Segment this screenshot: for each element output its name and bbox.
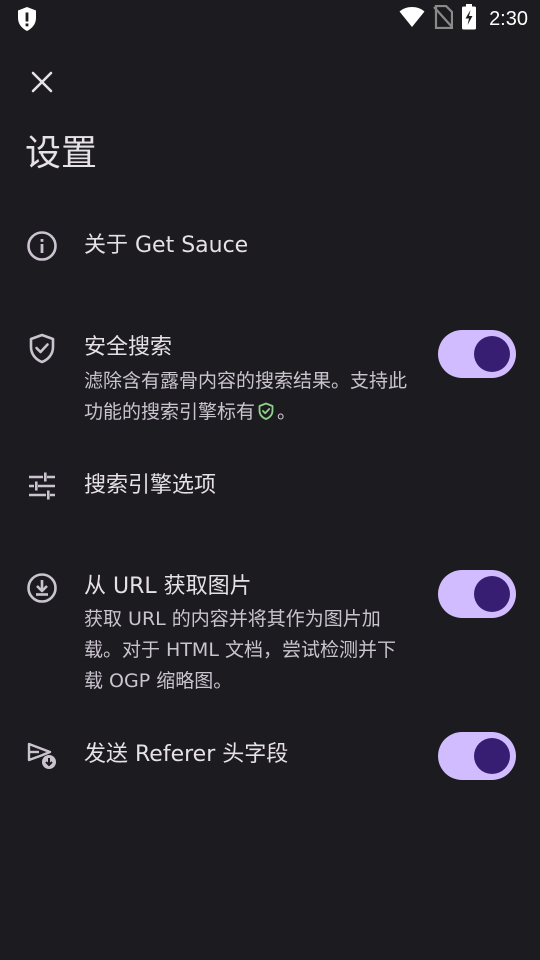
setting-fetch-image-from-url[interactable]: 从 URL 获取图片 获取 URL 的内容并将其作为图片加载。对于 HTML 文… — [0, 558, 540, 700]
safe-search-toggle[interactable] — [438, 330, 516, 378]
setting-about[interactable]: 关于 Get Sauce — [0, 214, 540, 278]
send-download-icon — [26, 740, 58, 772]
setting-safe-search-title: 安全搜索 — [84, 335, 173, 360]
toggle-thumb — [474, 576, 510, 612]
toggle-thumb — [474, 738, 510, 774]
setting-send-referer[interactable]: 发送 Referer 头字段 — [0, 722, 540, 790]
download-circle-icon — [26, 572, 58, 604]
send-referer-toggle[interactable] — [438, 732, 516, 780]
shield-check-icon — [26, 332, 58, 364]
safe-search-description-end: 。 — [277, 401, 297, 423]
setting-safe-search-description: 滤除含有露骨内容的搜索结果。支持此功能的搜索引擎标有。 — [84, 366, 414, 430]
info-icon — [26, 230, 58, 262]
setting-safe-search[interactable]: 安全搜索 滤除含有露骨内容的搜索结果。支持此功能的搜索引擎标有。 — [0, 318, 540, 430]
status-time: 2:30 — [489, 7, 528, 30]
setting-search-engine-options[interactable]: 搜索引擎选项 — [0, 454, 540, 518]
tune-icon — [26, 470, 58, 502]
close-button[interactable] — [18, 60, 66, 108]
safe-search-description-text: 滤除含有露骨内容的搜索结果。支持此功能的搜索引擎标有 — [84, 370, 408, 423]
close-icon — [30, 70, 54, 98]
shield-alert-icon — [16, 6, 38, 32]
battery-charging-icon — [461, 4, 477, 34]
status-bar: 2:30 — [0, 0, 540, 38]
page-title: 设置 — [25, 133, 98, 174]
setting-about-title: 关于 Get Sauce — [84, 233, 249, 258]
safe-search-badge-icon — [257, 399, 275, 430]
wifi-icon — [399, 6, 425, 32]
setting-search-engine-options-title: 搜索引擎选项 — [84, 473, 217, 498]
toggle-thumb — [474, 336, 510, 372]
setting-fetch-image-title: 从 URL 获取图片 — [84, 574, 252, 599]
setting-send-referer-title: 发送 Referer 头字段 — [84, 742, 289, 767]
no-sim-icon — [433, 4, 454, 33]
setting-fetch-image-description: 获取 URL 的内容并将其作为图片加载。对于 HTML 文档，尝试检测并下载 O… — [84, 608, 396, 692]
fetch-image-toggle[interactable] — [438, 570, 516, 618]
settings-screen: 2:30 设置 关于 Get Sauce 安全搜索 滤除含有露骨内容的搜索结果。… — [0, 0, 540, 960]
